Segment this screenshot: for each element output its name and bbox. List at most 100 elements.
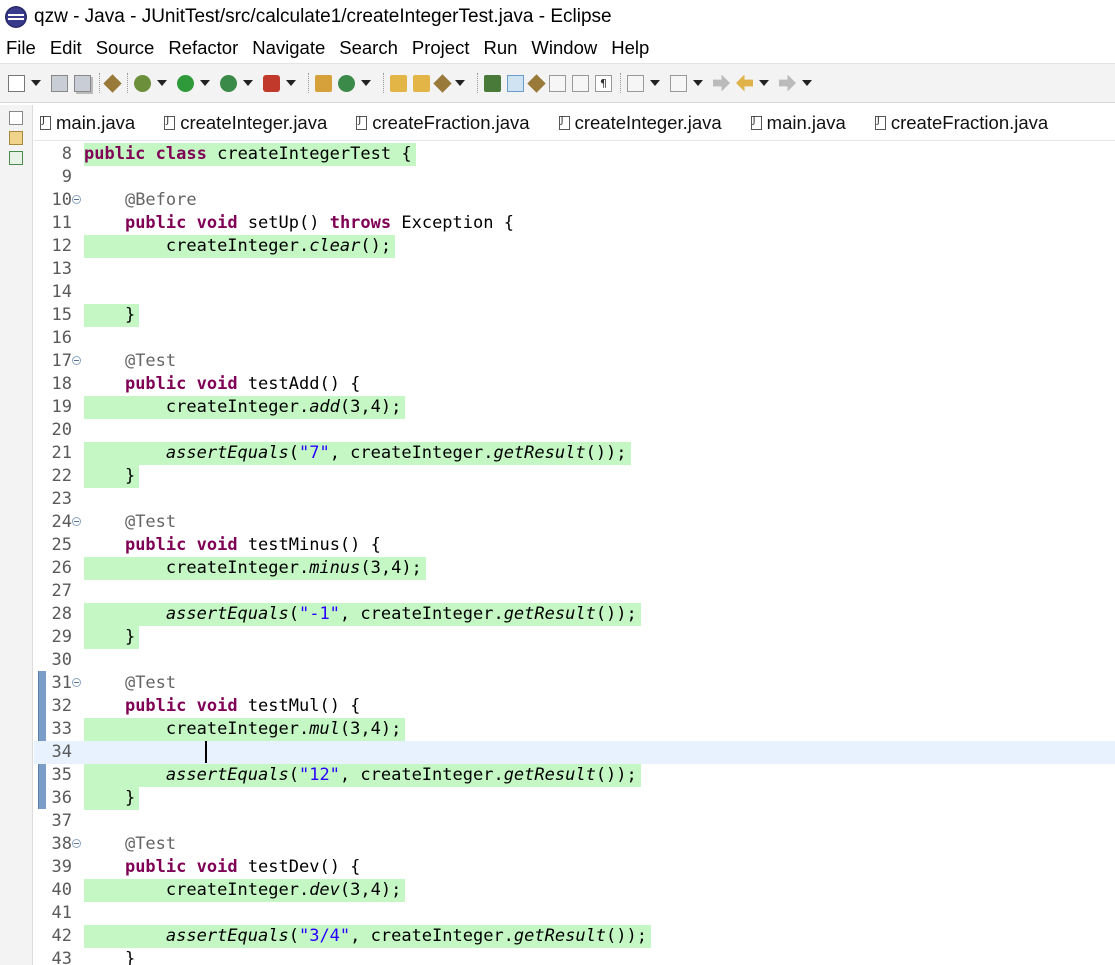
code-line[interactable]: 27 (34, 580, 1115, 603)
new-class-dropdown-arrow-icon[interactable] (361, 80, 371, 86)
new-java-package-icon[interactable] (315, 74, 332, 92)
coverage-icon[interactable] (220, 74, 237, 92)
code-line[interactable]: 31 @Test (34, 672, 1115, 695)
code-line[interactable]: 39 public void testDev() { (34, 856, 1115, 879)
code-line[interactable]: 42 assertEquals("3/4", createInteger.get… (34, 925, 1115, 948)
code-token: testMinus() { (237, 535, 381, 555)
code-line[interactable]: 23 (34, 488, 1115, 511)
menu-navigate[interactable]: Navigate (252, 37, 325, 59)
toggle-mark-occurrences-icon[interactable] (484, 74, 501, 92)
last-edit-location-icon[interactable] (713, 74, 730, 92)
code-line[interactable]: 24 @Test (34, 511, 1115, 534)
new-dropdown-arrow-icon[interactable] (31, 80, 41, 86)
method-call: add (309, 397, 340, 417)
code-line[interactable]: 8 public class createIntegerTest { (34, 143, 1115, 166)
package-explorer-icon[interactable] (9, 131, 23, 145)
new-file-icon[interactable] (8, 74, 25, 92)
open-type-icon[interactable] (390, 74, 407, 92)
menu-project[interactable]: Project (412, 37, 470, 59)
restore-view-icon[interactable] (9, 111, 23, 125)
show-whitespace-icon[interactable]: ¶ (595, 74, 612, 92)
code-line[interactable]: 41 (34, 902, 1115, 925)
code-line[interactable]: 37 (34, 810, 1115, 833)
code-line[interactable]: 25 public void testMinus() { (34, 534, 1115, 557)
code-line[interactable]: 35 assertEquals("12", createInteger.getR… (34, 764, 1115, 787)
tab-main-java-2[interactable]: main.java (745, 105, 851, 141)
external-tools-dropdown-arrow-icon[interactable] (286, 80, 296, 86)
forward-dropdown-arrow-icon[interactable] (802, 80, 812, 86)
code-token: ()); (585, 443, 627, 463)
run-icon[interactable] (177, 74, 194, 92)
code-line[interactable]: 17 @Test (34, 350, 1115, 373)
current-code-line[interactable]: 34 (34, 741, 1115, 764)
menu-help[interactable]: Help (611, 37, 649, 59)
code-line[interactable]: 33 createInteger.mul(3,4); (34, 718, 1115, 741)
code-line[interactable]: 29 } (34, 626, 1115, 649)
code-line[interactable]: 43 } (34, 948, 1115, 965)
code-line[interactable]: 40 createInteger.dev(3,4); (34, 879, 1115, 902)
code-line[interactable]: 38 @Test (34, 833, 1115, 856)
code-line[interactable]: 18 public void testAdd() { (34, 373, 1115, 396)
open-task-icon[interactable] (413, 74, 430, 92)
code-line[interactable]: 9 (34, 166, 1115, 189)
toggle-word-wrap-icon[interactable] (527, 73, 546, 93)
menu-search[interactable]: Search (339, 37, 398, 59)
external-tools-icon[interactable] (263, 74, 280, 92)
next-annotation-icon[interactable] (627, 74, 644, 92)
forward-icon[interactable] (779, 74, 796, 92)
show-source-icon[interactable] (572, 74, 589, 92)
debug-dropdown-arrow-icon[interactable] (157, 80, 167, 86)
string-literal: "3/4" (298, 926, 351, 946)
coverage-dropdown-arrow-icon[interactable] (243, 80, 253, 86)
code-line[interactable]: 10 @Before (34, 189, 1115, 212)
menu-file[interactable]: File (6, 37, 36, 59)
code-line[interactable]: 14 (34, 281, 1115, 304)
tab-createinteger-java[interactable]: createInteger.java (158, 105, 332, 141)
menu-edit[interactable]: Edit (50, 37, 82, 59)
code-line[interactable]: 11 public void setUp() throws Exception … (34, 212, 1115, 235)
code-line[interactable]: 16 (34, 327, 1115, 350)
previous-annotation-dropdown-arrow-icon[interactable] (693, 80, 703, 86)
code-line[interactable]: 21 assertEquals("7", createInteger.getRe… (34, 442, 1115, 465)
run-dropdown-arrow-icon[interactable] (200, 80, 210, 86)
code-line[interactable]: 36 } (34, 787, 1115, 810)
code-line[interactable]: 12 createInteger.clear(); (34, 235, 1115, 258)
search-icon[interactable] (433, 73, 452, 93)
junit-view-icon[interactable] (9, 151, 23, 165)
fold-collapse-icon[interactable] (72, 678, 81, 687)
tab-createinteger-java-2[interactable]: createInteger.java (553, 105, 727, 141)
block-selection-icon[interactable] (549, 74, 566, 92)
new-java-class-icon[interactable] (338, 74, 355, 92)
menu-run[interactable]: Run (483, 37, 517, 59)
code-line[interactable]: 26 createInteger.minus(3,4); (34, 557, 1115, 580)
code-editor[interactable]: 8 public class createIntegerTest { 9 10 … (34, 142, 1115, 965)
menu-source[interactable]: Source (96, 37, 155, 59)
fold-collapse-icon[interactable] (72, 195, 81, 204)
tab-createfraction-java-2[interactable]: createFraction.java (869, 105, 1053, 141)
save-all-icon[interactable] (74, 74, 91, 92)
skip-breakpoints-icon[interactable] (103, 73, 122, 93)
code-line[interactable]: 32 public void testMul() { (34, 695, 1115, 718)
fold-collapse-icon[interactable] (72, 517, 81, 526)
back-dropdown-arrow-icon[interactable] (759, 80, 769, 86)
code-line[interactable]: 19 createInteger.add(3,4); (34, 396, 1115, 419)
code-line[interactable]: 20 (34, 419, 1115, 442)
code-line[interactable]: 15 } (34, 304, 1115, 327)
back-icon[interactable] (736, 74, 753, 92)
code-line[interactable]: 28 assertEquals("-1", createInteger.getR… (34, 603, 1115, 626)
fold-collapse-icon[interactable] (72, 356, 81, 365)
menu-refactor[interactable]: Refactor (168, 37, 238, 59)
fold-collapse-icon[interactable] (72, 839, 81, 848)
code-line[interactable]: 13 (34, 258, 1115, 281)
toggle-highlight-icon[interactable] (507, 74, 524, 92)
debug-icon[interactable] (134, 74, 151, 92)
previous-annotation-icon[interactable] (670, 74, 687, 92)
code-line[interactable]: 30 (34, 649, 1115, 672)
tab-main-java[interactable]: main.java (34, 105, 140, 141)
code-line[interactable]: 22 } (34, 465, 1115, 488)
save-icon[interactable] (51, 74, 68, 92)
tab-createfraction-java[interactable]: createFraction.java (350, 105, 534, 141)
search-dropdown-arrow-icon[interactable] (455, 80, 465, 86)
next-annotation-dropdown-arrow-icon[interactable] (650, 80, 660, 86)
menu-window[interactable]: Window (531, 37, 597, 59)
